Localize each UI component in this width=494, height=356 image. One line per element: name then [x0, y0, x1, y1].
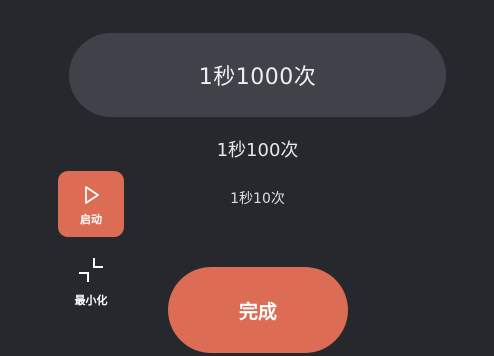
frequency-picker-screen: 1秒1000次 1秒100次 1秒10次 启动 最小化 完成 [0, 0, 494, 356]
minimize-button[interactable]: 最小化 [62, 253, 120, 311]
picker-selected-label: 1秒1000次 [198, 65, 317, 90]
picker-option-100[interactable]: 1秒100次 [69, 136, 446, 162]
start-button[interactable]: 启动 [58, 171, 124, 237]
minimize-icon [79, 258, 103, 282]
picker-option-10[interactable]: 1秒10次 [69, 188, 446, 208]
picker-selected-option[interactable]: 1秒1000次 [69, 33, 446, 117]
done-button-label: 完成 [238, 300, 277, 323]
play-icon [85, 186, 99, 204]
start-button-label: 启动 [80, 213, 102, 226]
minimize-button-label: 最小化 [74, 294, 108, 307]
done-button[interactable]: 完成 [168, 267, 348, 353]
